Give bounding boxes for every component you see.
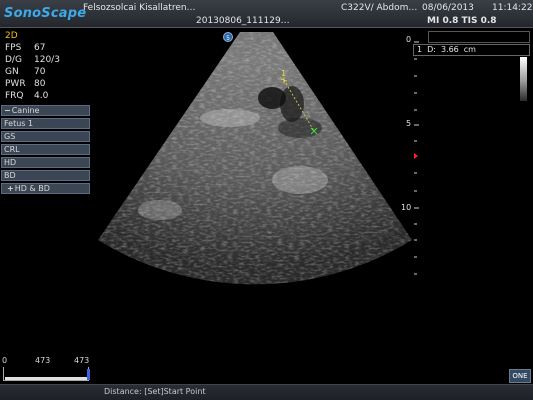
cine-handle[interactable] xyxy=(87,369,90,380)
mi-tis-readout: MI 0.8 TIS 0.8 xyxy=(427,16,497,26)
grayscale-bar xyxy=(520,57,527,101)
probe-preset[interactable]: C322V/ Abdom… xyxy=(341,3,417,13)
focus-marker-label: 5 xyxy=(226,35,230,42)
cine-frame: 473 xyxy=(35,356,51,365)
title-bar: SonoScape Felsozsolcai Kisallatren… 2013… xyxy=(0,0,533,28)
hospital-name: Felsozsolcai Kisallatren… xyxy=(83,3,196,13)
exam-date: 08/06/2013 xyxy=(422,3,474,13)
cine-start: 0 xyxy=(2,356,8,365)
depth-label-0: 0 xyxy=(406,35,412,44)
depth-label-5: 5 xyxy=(406,119,412,128)
depth-label-10: 10 xyxy=(401,203,412,212)
ultrasound-image[interactable]: 5 1 xyxy=(0,28,440,358)
one-button[interactable]: ONE xyxy=(509,369,531,383)
focus-depth-icon xyxy=(414,153,418,159)
caliper-label: 1 xyxy=(281,69,286,78)
measure-panel-header xyxy=(428,31,530,43)
study-id: 20130806_111129… xyxy=(196,16,290,26)
measure-unit: cm xyxy=(463,45,476,54)
status-bar: Distance: [Set]Start Point xyxy=(0,384,533,400)
clock-time: 11:14:22 xyxy=(492,3,533,13)
status-text: Distance: [Set]Start Point xyxy=(104,387,206,396)
brand-logo: SonoScape xyxy=(4,6,87,21)
cine-total: 473 xyxy=(74,356,90,365)
cine-progress xyxy=(5,377,89,380)
depth-scale xyxy=(414,41,419,275)
measure-value: 3.66 xyxy=(440,45,459,54)
cine-scrollbar[interactable] xyxy=(3,367,90,381)
